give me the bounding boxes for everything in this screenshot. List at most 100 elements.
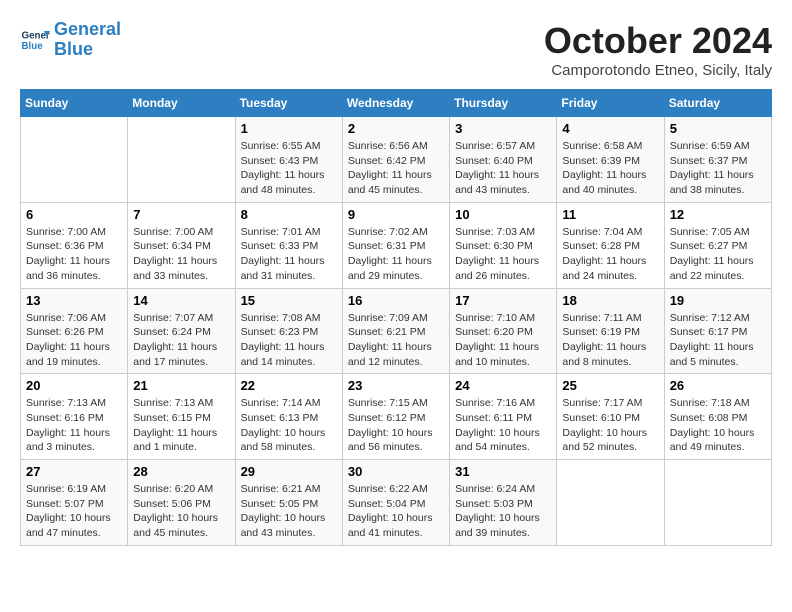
calendar-cell: 13Sunrise: 7:06 AMSunset: 6:26 PMDayligh…	[21, 288, 128, 374]
day-info: Sunrise: 7:09 AMSunset: 6:21 PMDaylight:…	[348, 311, 444, 370]
calendar-header-row: SundayMondayTuesdayWednesdayThursdayFrid…	[21, 90, 772, 117]
day-number: 2	[348, 121, 444, 136]
calendar-cell: 28 Sunrise: 6:20 AMSunset: 5:06 PMDayligh…	[128, 460, 235, 546]
calendar-cell: 17Sunrise: 7:10 AMSunset: 6:20 PMDayligh…	[450, 288, 557, 374]
column-header-tuesday: Tuesday	[235, 90, 342, 117]
calendar-cell: 30Sunrise: 6:22 AMSunset: 5:04 PMDayligh…	[342, 460, 449, 546]
day-number: 7	[133, 207, 229, 222]
calendar-cell: 22 Sunrise: 7:14 AMSunset: 6:13 PMDayligh…	[235, 374, 342, 460]
calendar-cell: 27Sunrise: 6:19 AMSunset: 5:07 PMDayligh…	[21, 460, 128, 546]
day-number: 18	[562, 293, 658, 308]
calendar-cell: 23 Sunrise: 7:15 AMSunset: 6:12 PMDayligh…	[342, 374, 449, 460]
day-number: 10	[455, 207, 551, 222]
day-info: Sunrise: 6:56 AMSunset: 6:42 PMDaylight:…	[348, 139, 444, 198]
calendar-cell: 6 Sunrise: 7:00 AMSunset: 6:36 PMDaylight…	[21, 202, 128, 288]
day-number: 5	[670, 121, 766, 136]
page-header: General Blue GeneralBlue October 2024 Ca…	[20, 20, 772, 79]
day-info: Sunrise: 7:17 AMSunset: 6:10 PMDaylight:…	[562, 396, 658, 455]
column-header-thursday: Thursday	[450, 90, 557, 117]
title-block: October 2024 Camporotondo Etneo, Sicily,…	[544, 20, 772, 79]
day-info: Sunrise: 7:01 AMSunset: 6:33 PMDaylight:…	[241, 225, 337, 284]
calendar-cell: 25Sunrise: 7:17 AMSunset: 6:10 PMDayligh…	[557, 374, 664, 460]
day-info: Sunrise: 7:16 AMSunset: 6:11 PMDaylight:…	[455, 396, 551, 455]
day-info: Sunrise: 7:08 AMSunset: 6:23 PMDaylight:…	[241, 311, 337, 370]
day-info: Sunrise: 6:59 AMSunset: 6:37 PMDaylight:…	[670, 139, 766, 198]
logo: General Blue GeneralBlue	[20, 20, 121, 60]
day-number: 17	[455, 293, 551, 308]
calendar-cell: 24Sunrise: 7:16 AMSunset: 6:11 PMDayligh…	[450, 374, 557, 460]
day-info: Sunrise: 6:58 AMSunset: 6:39 PMDaylight:…	[562, 139, 658, 198]
day-number: 31	[455, 464, 551, 479]
column-header-wednesday: Wednesday	[342, 90, 449, 117]
day-number: 4	[562, 121, 658, 136]
day-info: Sunrise: 7:00 AMSunset: 6:36 PMDaylight:…	[26, 225, 122, 284]
calendar-week-4: 20 Sunrise: 7:13 AMSunset: 6:16 PMDayligh…	[21, 374, 772, 460]
calendar-cell: 5 Sunrise: 6:59 AMSunset: 6:37 PMDaylight…	[664, 117, 771, 203]
column-header-saturday: Saturday	[664, 90, 771, 117]
calendar-cell: 8 Sunrise: 7:01 AMSunset: 6:33 PMDaylight…	[235, 202, 342, 288]
calendar-cell: 19 Sunrise: 7:12 AMSunset: 6:17 PMDayligh…	[664, 288, 771, 374]
calendar-cell: 31 Sunrise: 6:24 AMSunset: 5:03 PMDayligh…	[450, 460, 557, 546]
logo-text: GeneralBlue	[54, 20, 121, 60]
day-number: 22	[241, 378, 337, 393]
svg-text:Blue: Blue	[22, 41, 44, 52]
calendar-cell: 16 Sunrise: 7:09 AMSunset: 6:21 PMDayligh…	[342, 288, 449, 374]
day-info: Sunrise: 7:12 AMSunset: 6:17 PMDaylight:…	[670, 311, 766, 370]
calendar-cell: 15 Sunrise: 7:08 AMSunset: 6:23 PMDayligh…	[235, 288, 342, 374]
day-info: Sunrise: 6:21 AMSunset: 5:05 PMDaylight:…	[241, 482, 337, 541]
day-number: 6	[26, 207, 122, 222]
day-info: Sunrise: 7:07 AMSunset: 6:24 PMDaylight:…	[133, 311, 229, 370]
day-number: 27	[26, 464, 122, 479]
day-number: 29	[241, 464, 337, 479]
day-info: Sunrise: 7:18 AMSunset: 6:08 PMDaylight:…	[670, 396, 766, 455]
day-info: Sunrise: 7:02 AMSunset: 6:31 PMDaylight:…	[348, 225, 444, 284]
calendar-cell: 11Sunrise: 7:04 AMSunset: 6:28 PMDayligh…	[557, 202, 664, 288]
calendar-cell: 2 Sunrise: 6:56 AMSunset: 6:42 PMDaylight…	[342, 117, 449, 203]
day-info: Sunrise: 7:13 AMSunset: 6:15 PMDaylight:…	[133, 396, 229, 455]
calendar-cell: 9 Sunrise: 7:02 AMSunset: 6:31 PMDaylight…	[342, 202, 449, 288]
day-number: 16	[348, 293, 444, 308]
day-number: 26	[670, 378, 766, 393]
day-number: 13	[26, 293, 122, 308]
day-info: Sunrise: 6:24 AMSunset: 5:03 PMDaylight:…	[455, 482, 551, 541]
calendar-cell	[664, 460, 771, 546]
day-number: 1	[241, 121, 337, 136]
calendar-week-5: 27Sunrise: 6:19 AMSunset: 5:07 PMDayligh…	[21, 460, 772, 546]
day-number: 8	[241, 207, 337, 222]
calendar-cell	[128, 117, 235, 203]
day-info: Sunrise: 6:57 AMSunset: 6:40 PMDaylight:…	[455, 139, 551, 198]
column-header-friday: Friday	[557, 90, 664, 117]
calendar-cell: 29 Sunrise: 6:21 AMSunset: 5:05 PMDayligh…	[235, 460, 342, 546]
calendar-cell: 12Sunrise: 7:05 AMSunset: 6:27 PMDayligh…	[664, 202, 771, 288]
calendar-cell: 3Sunrise: 6:57 AMSunset: 6:40 PMDaylight…	[450, 117, 557, 203]
location: Camporotondo Etneo, Sicily, Italy	[544, 62, 772, 79]
calendar-cell: 18Sunrise: 7:11 AMSunset: 6:19 PMDayligh…	[557, 288, 664, 374]
calendar-cell: 20 Sunrise: 7:13 AMSunset: 6:16 PMDayligh…	[21, 374, 128, 460]
calendar-week-2: 6 Sunrise: 7:00 AMSunset: 6:36 PMDaylight…	[21, 202, 772, 288]
day-info: Sunrise: 6:20 AMSunset: 5:06 PMDaylight:…	[133, 482, 229, 541]
day-info: Sunrise: 7:15 AMSunset: 6:12 PMDaylight:…	[348, 396, 444, 455]
column-header-sunday: Sunday	[21, 90, 128, 117]
day-number: 12	[670, 207, 766, 222]
calendar-cell: 10Sunrise: 7:03 AMSunset: 6:30 PMDayligh…	[450, 202, 557, 288]
calendar-cell: 21 Sunrise: 7:13 AMSunset: 6:15 PMDayligh…	[128, 374, 235, 460]
day-number: 23	[348, 378, 444, 393]
day-number: 9	[348, 207, 444, 222]
calendar-cell: 14Sunrise: 7:07 AMSunset: 6:24 PMDayligh…	[128, 288, 235, 374]
day-number: 21	[133, 378, 229, 393]
calendar-cell	[21, 117, 128, 203]
day-info: Sunrise: 6:22 AMSunset: 5:04 PMDaylight:…	[348, 482, 444, 541]
day-info: Sunrise: 7:13 AMSunset: 6:16 PMDaylight:…	[26, 396, 122, 455]
day-info: Sunrise: 7:04 AMSunset: 6:28 PMDaylight:…	[562, 225, 658, 284]
day-number: 15	[241, 293, 337, 308]
calendar-cell	[557, 460, 664, 546]
day-number: 19	[670, 293, 766, 308]
month-title: October 2024	[544, 20, 772, 62]
calendar-week-1: 1Sunrise: 6:55 AMSunset: 6:43 PMDaylight…	[21, 117, 772, 203]
calendar-cell: 26 Sunrise: 7:18 AMSunset: 6:08 PMDayligh…	[664, 374, 771, 460]
day-number: 20	[26, 378, 122, 393]
day-info: Sunrise: 7:14 AMSunset: 6:13 PMDaylight:…	[241, 396, 337, 455]
day-number: 28	[133, 464, 229, 479]
calendar-cell: 4 Sunrise: 6:58 AMSunset: 6:39 PMDaylight…	[557, 117, 664, 203]
column-header-monday: Monday	[128, 90, 235, 117]
